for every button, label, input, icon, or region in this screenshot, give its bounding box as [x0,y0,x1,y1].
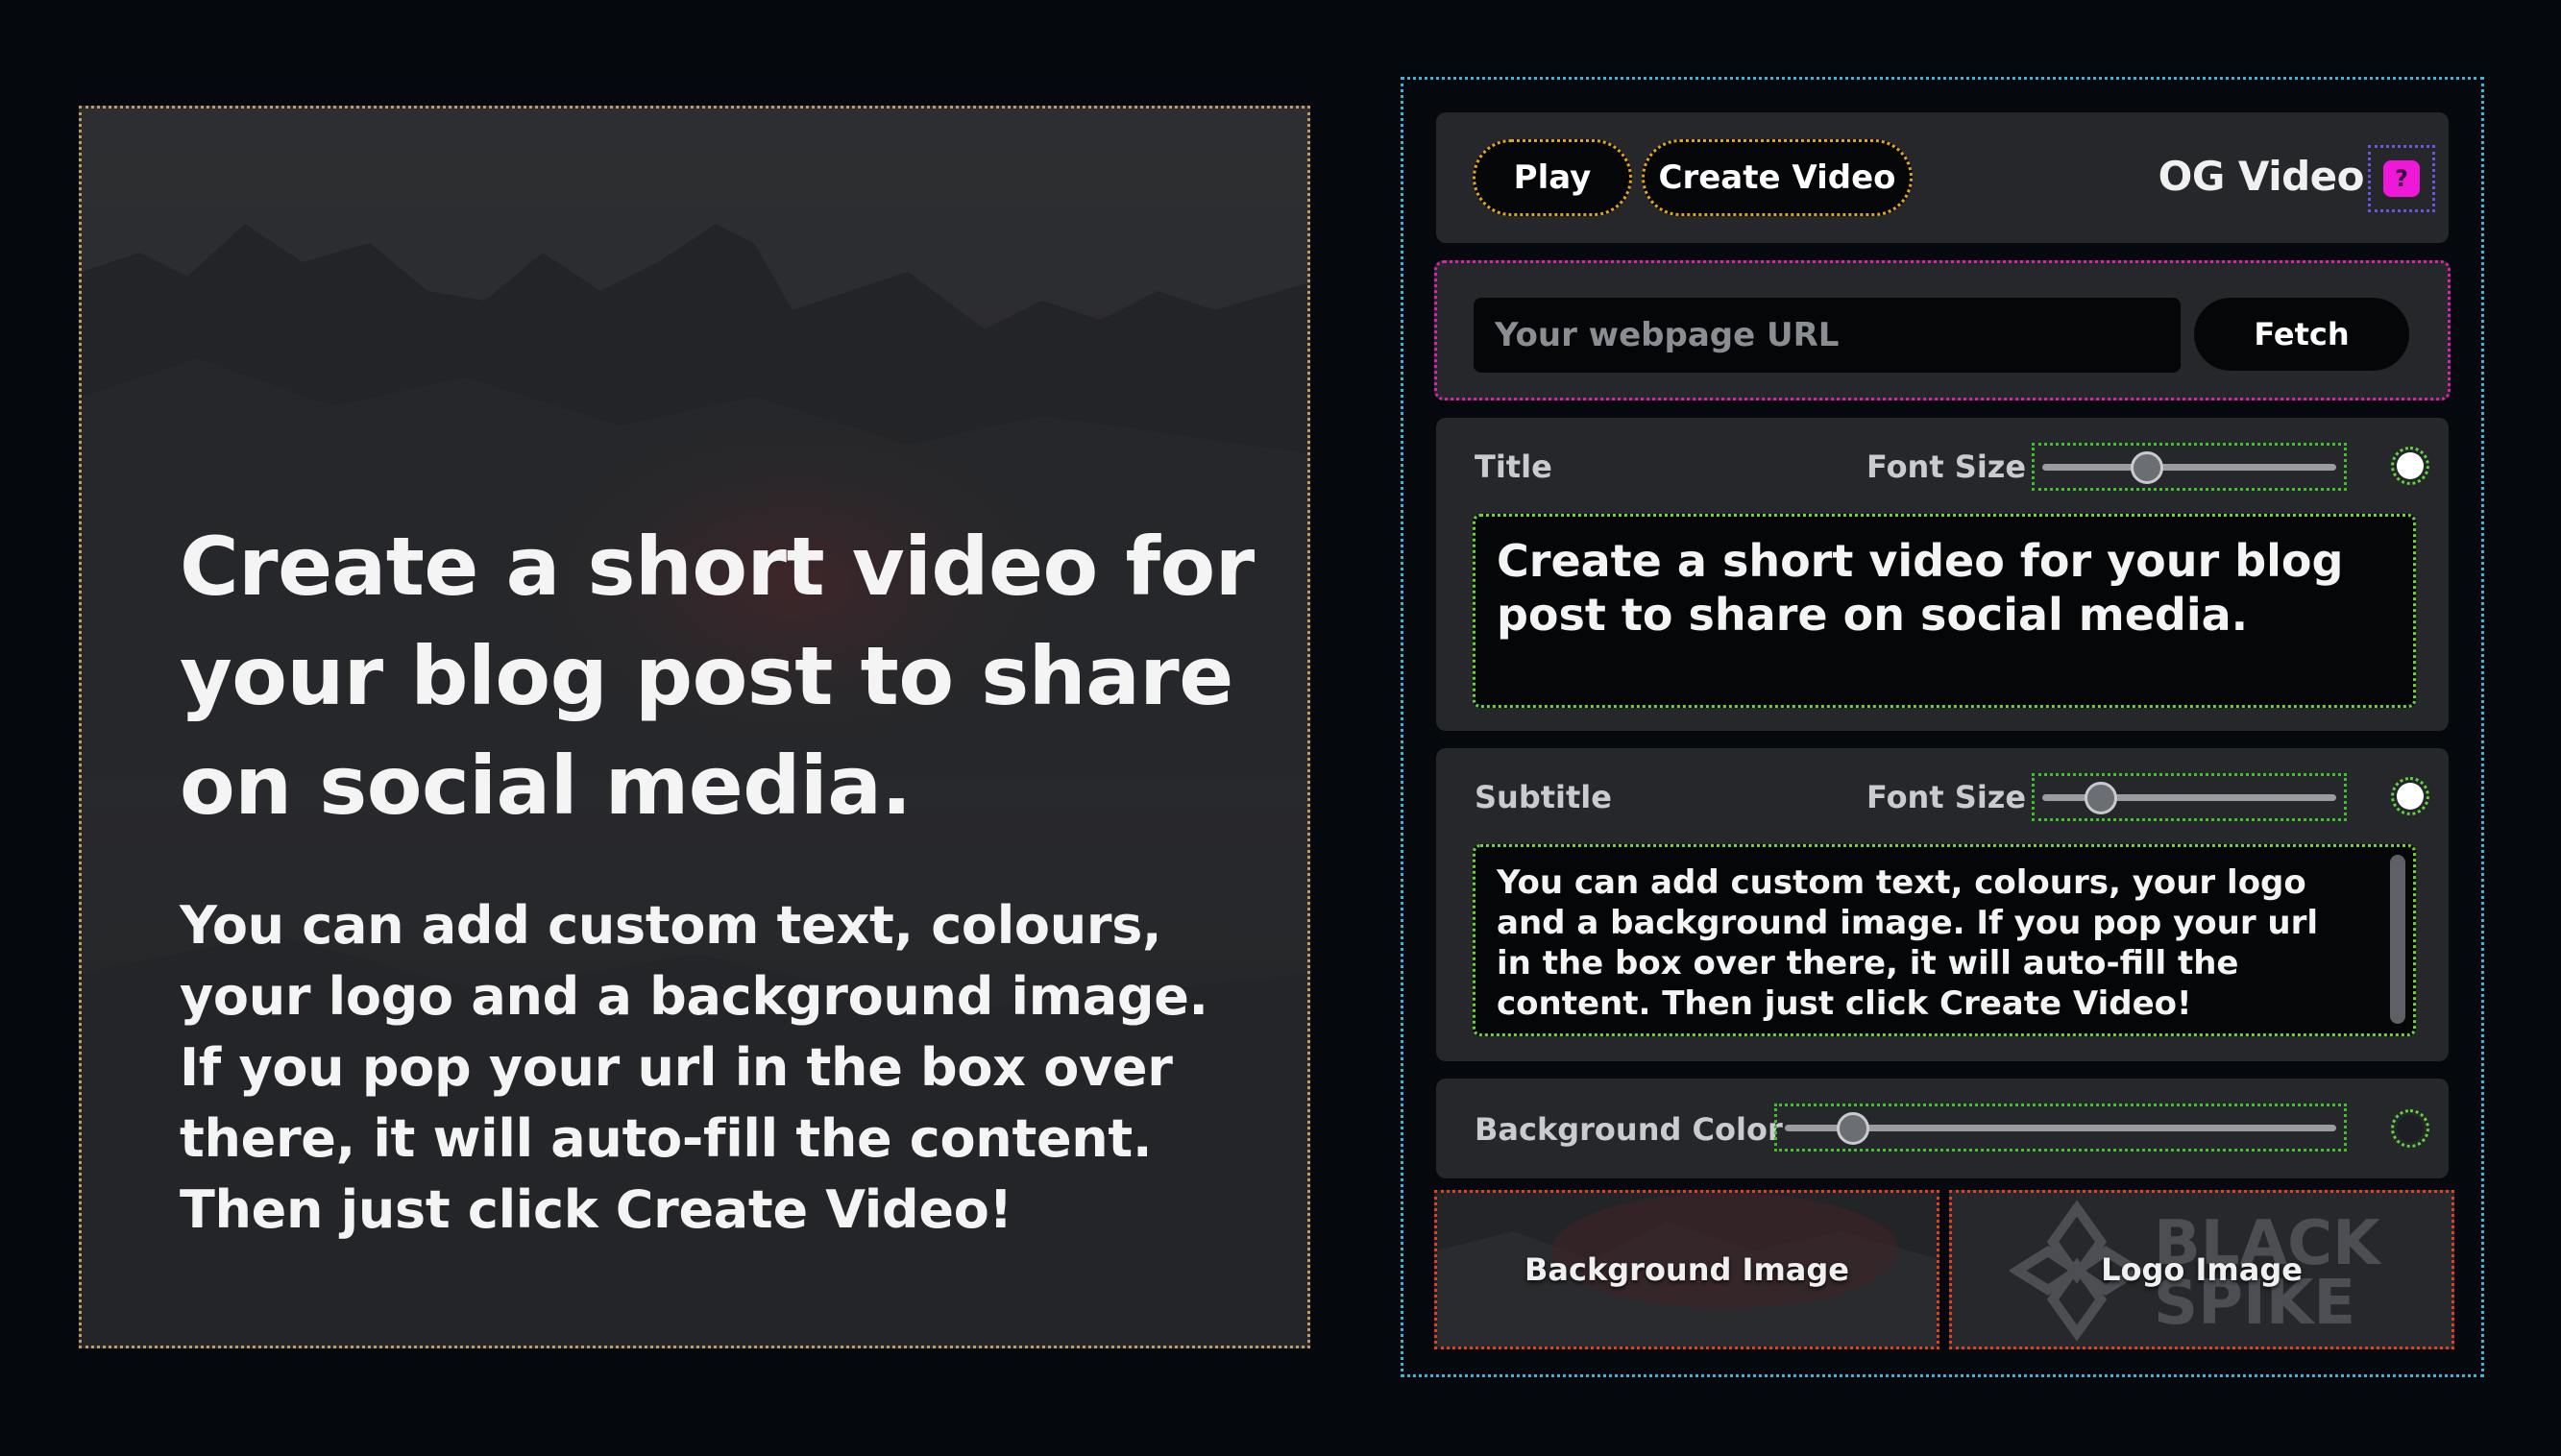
preview-text-block: Create a short video for your blog post … [180,512,1256,1246]
title-section: Title Font Size Create a short video for… [1436,418,2449,731]
slider-thumb[interactable] [2131,451,2164,484]
video-preview: Create a short video for your blog post … [79,106,1310,1348]
background-color-section: Background Color [1436,1079,2449,1178]
help-icon: ? [2383,160,2420,197]
slider-thumb[interactable] [1837,1112,1869,1145]
subtitle-scrollbar[interactable] [2390,855,2405,1024]
subtitle-text: You can add custom text, colours, your l… [1497,863,2319,1023]
subtitle-color-swatch [2397,783,2424,810]
background-image-label: Background Image [1524,1251,1849,1288]
title-label: Title [1475,449,1552,485]
title-textarea[interactable]: Create a short video for your blog post … [1473,514,2416,708]
logo-image-label: Logo Image [2101,1251,2303,1288]
title-color-picker[interactable] [2391,447,2429,485]
title-color-swatch [2397,452,2424,479]
subtitle-label: Subtitle [1475,779,1612,815]
slider-thumb[interactable] [2084,782,2117,814]
create-video-button[interactable]: Create Video [1642,139,1913,216]
subtitle-font-size-label: Font Size [1866,779,2027,815]
app-title: OG Video [2158,153,2365,200]
title-font-size-slider[interactable] [2032,443,2347,491]
url-input[interactable] [1474,298,2181,373]
subtitle-textarea[interactable]: You can add custom text, colours, your l… [1473,844,2416,1036]
background-color-slider[interactable] [1774,1104,2347,1152]
background-color-swatch [2397,1115,2424,1142]
preview-subtitle: You can add custom text, colours, your l… [180,895,1208,1240]
preview-title: Create a short video for your blog post … [180,520,1255,833]
subtitle-section: Subtitle Font Size You can add custom te… [1436,748,2449,1061]
background-color-picker[interactable] [2391,1109,2429,1148]
editor-panel: Play Create Video OG Video ? Fetch Title… [1401,77,2484,1377]
url-section: Fetch [1434,260,2451,400]
slider-track [2042,464,2336,471]
play-button[interactable]: Play [1473,139,1632,216]
subtitle-color-picker[interactable] [2391,777,2429,815]
background-image-upload[interactable]: Background Image [1434,1190,1939,1349]
title-font-size-label: Font Size [1866,449,2027,485]
background-color-label: Background Color [1475,1111,1783,1148]
toolbar: Play Create Video OG Video ? [1436,112,2449,243]
help-button[interactable]: ? [2368,145,2435,212]
fetch-button[interactable]: Fetch [2194,298,2409,371]
subtitle-font-size-slider[interactable] [2032,773,2347,821]
logo-image-upload[interactable]: BLACK SPIKE Logo Image [1949,1190,2454,1349]
